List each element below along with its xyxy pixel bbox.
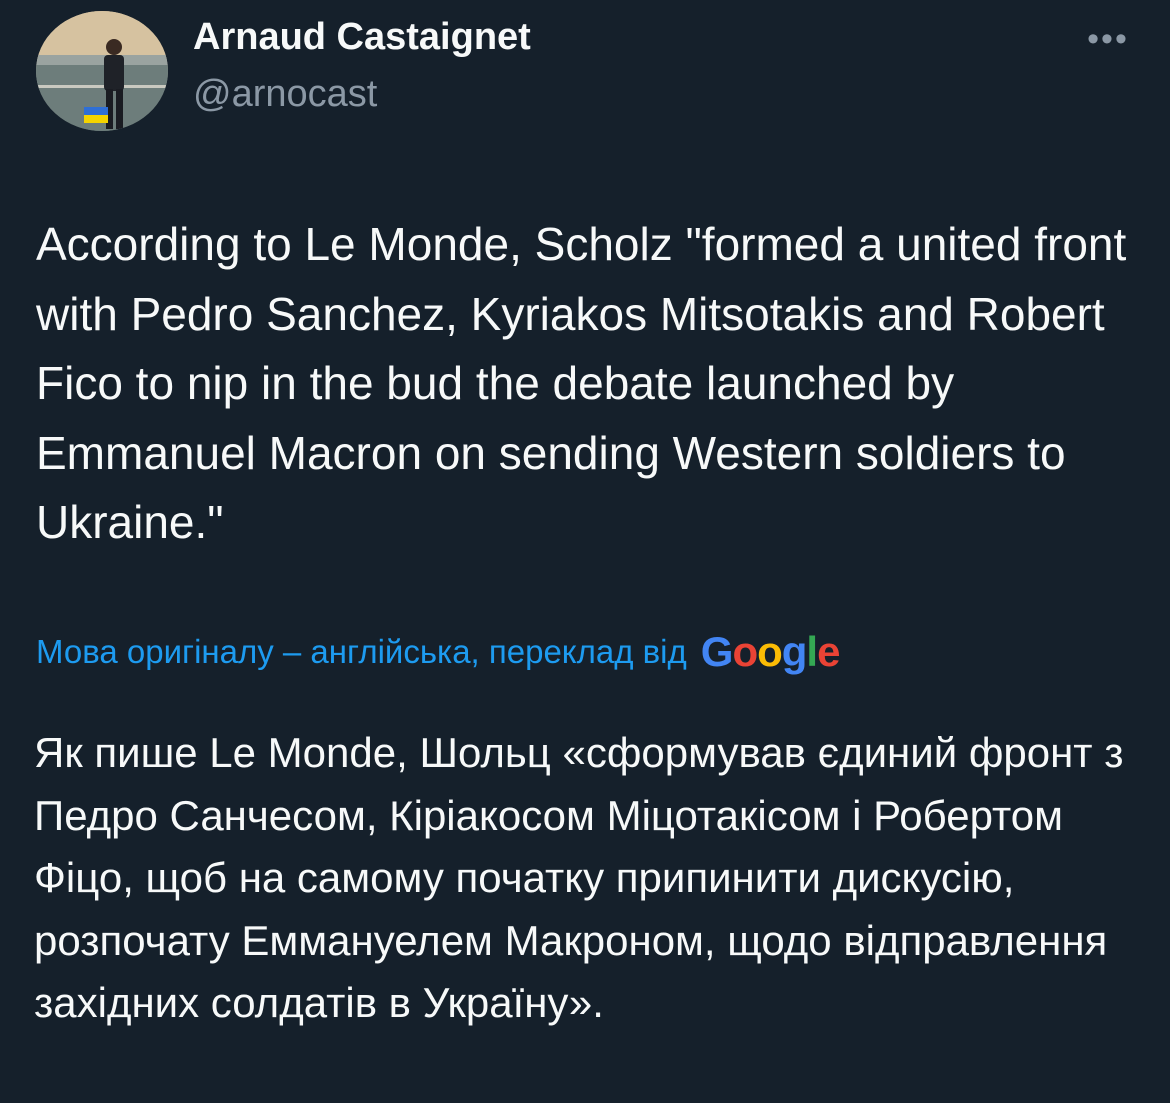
translation-attribution: Мова оригіналу – англійська, переклад ві… xyxy=(36,628,1136,688)
avatar-photo xyxy=(36,11,168,131)
translation-source-label[interactable]: Мова оригіналу – англійська, переклад ві… xyxy=(36,633,687,670)
google-logo: Google xyxy=(700,628,841,676)
translated-tweet-text: Як пише Le Monde, Шольц «сформував єдини… xyxy=(34,729,1124,1026)
author-avatar[interactable] xyxy=(36,11,168,131)
author-handle[interactable]: @arnocast xyxy=(193,73,377,116)
google-logo-letter: g xyxy=(781,628,808,675)
google-logo-letter: G xyxy=(700,628,734,675)
tweet-text: According to Le Monde, Scholz "formed a … xyxy=(36,218,1127,548)
more-horizontal-icon: ••• xyxy=(1087,20,1129,58)
google-logo-letter: l xyxy=(806,628,818,675)
google-logo-letter: e xyxy=(817,628,840,675)
author-name[interactable]: Arnaud Castaignet xyxy=(193,16,531,59)
google-logo-letter: o xyxy=(757,628,783,675)
more-options-button[interactable]: ••• xyxy=(1082,22,1134,62)
google-logo-letter: o xyxy=(732,628,758,675)
